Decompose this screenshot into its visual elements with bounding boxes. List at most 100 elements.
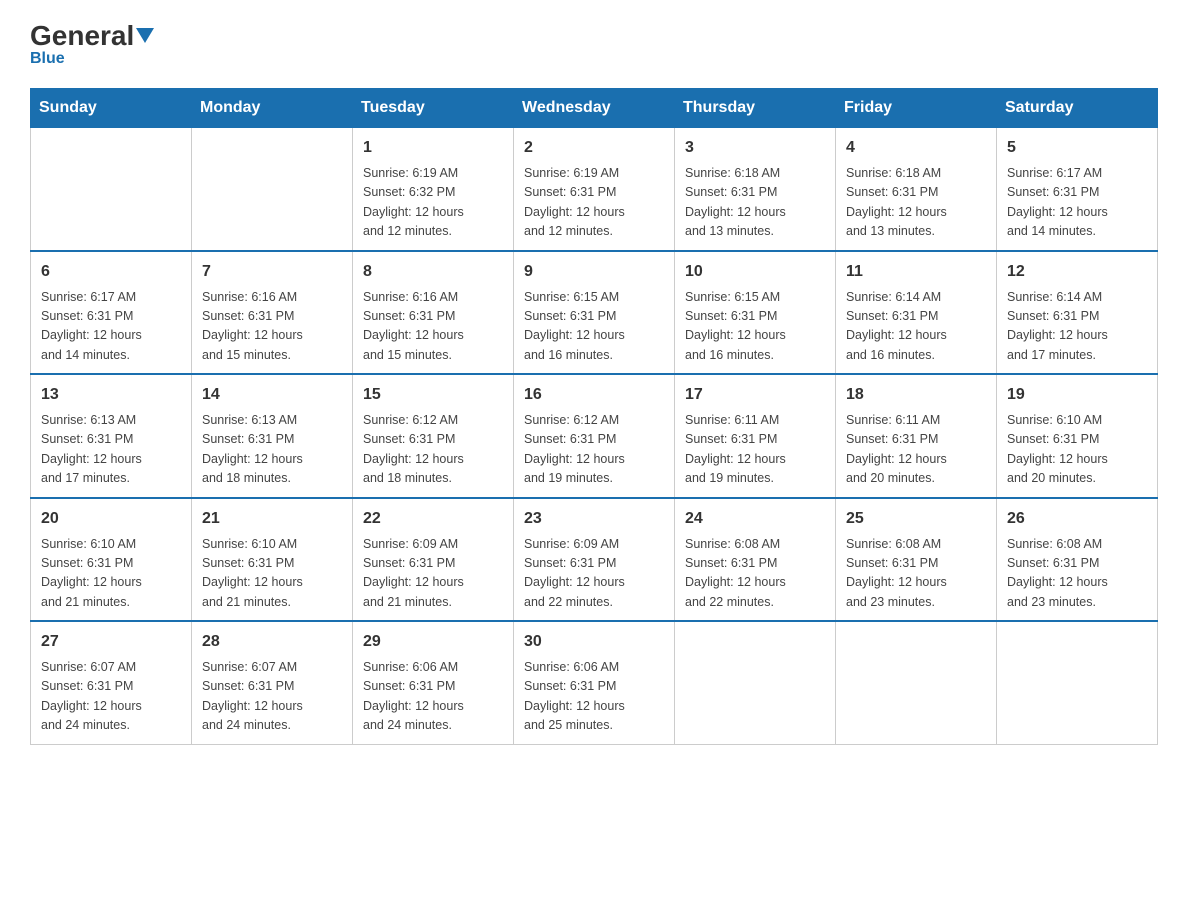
calendar-day-cell [836,621,997,744]
day-number: 18 [846,383,986,407]
calendar-week-row: 13 Sunrise: 6:13 AM Sunset: 6:31 PM Dayli… [31,374,1158,498]
day-number: 20 [41,507,181,531]
day-info: Sunrise: 6:08 AM Sunset: 6:31 PM Dayligh… [846,535,986,613]
page-header: General Blue [30,20,1158,68]
calendar-day-cell: 16Sunrise: 6:12 AM Sunset: 6:31 PM Dayli… [514,374,675,498]
weekday-header-wednesday: Wednesday [514,89,675,128]
logo: General Blue [30,20,156,68]
logo-triangle-icon [136,28,154,43]
day-number: 3 [685,136,825,160]
day-number: 28 [202,630,342,654]
day-info: Sunrise: 6:11 AM Sunset: 6:31 PM Dayligh… [846,411,986,489]
calendar-day-cell: 11Sunrise: 6:14 AM Sunset: 6:31 PM Dayli… [836,251,997,375]
day-info: Sunrise: 6:07 AM Sunset: 6:31 PM Dayligh… [41,658,181,736]
calendar-day-cell [192,128,353,251]
calendar-week-row: 1 Sunrise: 6:19 AM Sunset: 6:32 PM Daylig… [31,128,1158,251]
calendar-day-cell: 1 Sunrise: 6:19 AM Sunset: 6:32 PM Daylig… [353,128,514,251]
day-info: Sunrise: 6:12 AM Sunset: 6:31 PM Dayligh… [524,411,664,489]
calendar-day-cell: 15 Sunrise: 6:12 AM Sunset: 6:31 PM Dayli… [353,374,514,498]
weekday-header-saturday: Saturday [997,89,1158,128]
day-number: 4 [846,136,986,160]
calendar-day-cell: 26 Sunrise: 6:08 AM Sunset: 6:31 PM Dayli… [997,498,1158,622]
weekday-header-monday: Monday [192,89,353,128]
day-number: 19 [1007,383,1147,407]
day-number: 6 [41,260,181,284]
day-number: 10 [685,260,825,284]
calendar-day-cell: 23 Sunrise: 6:09 AM Sunset: 6:31 PM Dayli… [514,498,675,622]
day-info: Sunrise: 6:16 AM Sunset: 6:31 PM Dayligh… [202,288,342,366]
calendar-day-cell: 28 Sunrise: 6:07 AM Sunset: 6:31 PM Dayli… [192,621,353,744]
calendar-day-cell: 9 Sunrise: 6:15 AM Sunset: 6:31 PM Daylig… [514,251,675,375]
calendar-day-cell [997,621,1158,744]
day-number: 11 [846,260,986,284]
day-info: Sunrise: 6:15 AM Sunset: 6:31 PM Dayligh… [685,288,825,366]
weekday-header-tuesday: Tuesday [353,89,514,128]
logo-text: General [30,20,156,52]
day-info: Sunrise: 6:10 AM Sunset: 6:31 PM Dayligh… [41,535,181,613]
day-number: 21 [202,507,342,531]
calendar-day-cell: 3 Sunrise: 6:18 AM Sunset: 6:31 PM Daylig… [675,128,836,251]
day-number: 5 [1007,136,1147,160]
day-info: Sunrise: 6:17 AM Sunset: 6:31 PM Dayligh… [41,288,181,366]
day-info: Sunrise: 6:10 AM Sunset: 6:31 PM Dayligh… [1007,411,1147,489]
day-number: 29 [363,630,503,654]
day-number: 14 [202,383,342,407]
calendar-day-cell [31,128,192,251]
day-number: 26 [1007,507,1147,531]
day-info: Sunrise: 6:08 AM Sunset: 6:31 PM Dayligh… [1007,535,1147,613]
calendar-day-cell: 7 Sunrise: 6:16 AM Sunset: 6:31 PM Daylig… [192,251,353,375]
day-info: Sunrise: 6:14 AM Sunset: 6:31 PM Dayligh… [1007,288,1147,366]
calendar-day-cell: 10 Sunrise: 6:15 AM Sunset: 6:31 PM Dayli… [675,251,836,375]
weekday-header-friday: Friday [836,89,997,128]
day-number: 1 [363,136,503,160]
day-info: Sunrise: 6:18 AM Sunset: 6:31 PM Dayligh… [846,164,986,242]
day-info: Sunrise: 6:18 AM Sunset: 6:31 PM Dayligh… [685,164,825,242]
day-number: 7 [202,260,342,284]
day-number: 8 [363,260,503,284]
calendar-day-cell: 21Sunrise: 6:10 AM Sunset: 6:31 PM Dayli… [192,498,353,622]
calendar-week-row: 20 Sunrise: 6:10 AM Sunset: 6:31 PM Dayli… [31,498,1158,622]
logo-general-text: General [30,20,134,52]
day-number: 9 [524,260,664,284]
calendar-week-row: 27 Sunrise: 6:07 AM Sunset: 6:31 PM Dayli… [31,621,1158,744]
day-info: Sunrise: 6:12 AM Sunset: 6:31 PM Dayligh… [363,411,503,489]
day-number: 30 [524,630,664,654]
day-info: Sunrise: 6:07 AM Sunset: 6:31 PM Dayligh… [202,658,342,736]
day-info: Sunrise: 6:15 AM Sunset: 6:31 PM Dayligh… [524,288,664,366]
calendar-day-cell: 25 Sunrise: 6:08 AM Sunset: 6:31 PM Dayli… [836,498,997,622]
day-number: 23 [524,507,664,531]
day-number: 17 [685,383,825,407]
day-info: Sunrise: 6:08 AM Sunset: 6:31 PM Dayligh… [685,535,825,613]
day-number: 27 [41,630,181,654]
calendar-day-cell: 4 Sunrise: 6:18 AM Sunset: 6:31 PM Daylig… [836,128,997,251]
day-number: 15 [363,383,503,407]
day-number: 24 [685,507,825,531]
calendar-day-cell: 8Sunrise: 6:16 AM Sunset: 6:31 PM Daylig… [353,251,514,375]
calendar-day-cell: 27 Sunrise: 6:07 AM Sunset: 6:31 PM Dayli… [31,621,192,744]
calendar-day-cell: 12 Sunrise: 6:14 AM Sunset: 6:31 PM Dayli… [997,251,1158,375]
calendar-day-cell: 20 Sunrise: 6:10 AM Sunset: 6:31 PM Dayli… [31,498,192,622]
day-info: Sunrise: 6:13 AM Sunset: 6:31 PM Dayligh… [41,411,181,489]
day-number: 12 [1007,260,1147,284]
calendar-day-cell: 6 Sunrise: 6:17 AM Sunset: 6:31 PM Daylig… [31,251,192,375]
day-number: 22 [363,507,503,531]
calendar-table: SundayMondayTuesdayWednesdayThursdayFrid… [30,88,1158,745]
day-info: Sunrise: 6:11 AM Sunset: 6:31 PM Dayligh… [685,411,825,489]
calendar-day-cell: 17 Sunrise: 6:11 AM Sunset: 6:31 PM Dayli… [675,374,836,498]
day-info: Sunrise: 6:17 AM Sunset: 6:31 PM Dayligh… [1007,164,1147,242]
calendar-day-cell: 18 Sunrise: 6:11 AM Sunset: 6:31 PM Dayli… [836,374,997,498]
day-info: Sunrise: 6:19 AM Sunset: 6:31 PM Dayligh… [524,164,664,242]
day-info: Sunrise: 6:19 AM Sunset: 6:32 PM Dayligh… [363,164,503,242]
day-info: Sunrise: 6:06 AM Sunset: 6:31 PM Dayligh… [524,658,664,736]
calendar-day-cell [675,621,836,744]
calendar-day-cell: 14 Sunrise: 6:13 AM Sunset: 6:31 PM Dayli… [192,374,353,498]
weekday-header-thursday: Thursday [675,89,836,128]
day-info: Sunrise: 6:06 AM Sunset: 6:31 PM Dayligh… [363,658,503,736]
day-number: 13 [41,383,181,407]
day-number: 25 [846,507,986,531]
calendar-day-cell: 30 Sunrise: 6:06 AM Sunset: 6:31 PM Dayli… [514,621,675,744]
day-info: Sunrise: 6:09 AM Sunset: 6:31 PM Dayligh… [524,535,664,613]
calendar-day-cell: 13 Sunrise: 6:13 AM Sunset: 6:31 PM Dayli… [31,374,192,498]
calendar-day-cell: 24 Sunrise: 6:08 AM Sunset: 6:31 PM Dayli… [675,498,836,622]
day-info: Sunrise: 6:13 AM Sunset: 6:31 PM Dayligh… [202,411,342,489]
